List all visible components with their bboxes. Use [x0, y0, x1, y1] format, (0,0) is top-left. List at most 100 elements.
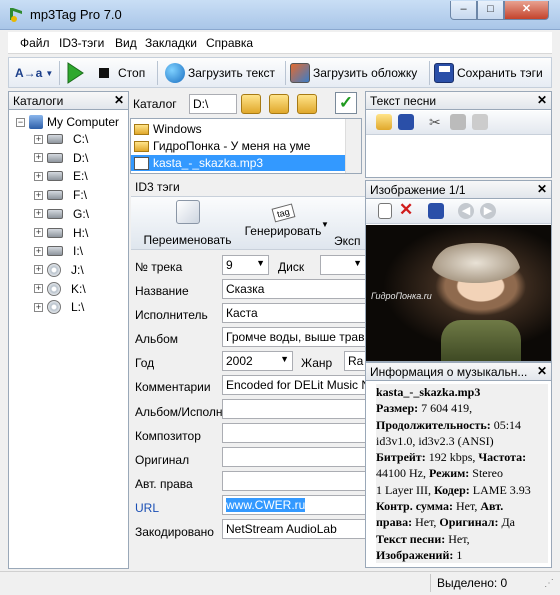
year-select[interactable]: 2002 ▼ — [222, 351, 293, 371]
generate-dropdown-icon[interactable]: ▼ — [321, 220, 329, 229]
artist-input[interactable]: Каста — [222, 303, 366, 323]
next-icon[interactable]: ▶ — [480, 203, 496, 219]
open-folder-icon[interactable] — [241, 94, 261, 114]
cover-image-icon — [290, 63, 310, 83]
info-encoder-value: LAME 3.93 — [472, 482, 531, 497]
drive-item[interactable]: + E:\ — [34, 167, 88, 185]
copyright-input[interactable] — [222, 471, 366, 491]
expand-icon[interactable]: + — [34, 265, 43, 275]
close-button[interactable]: ✕ — [504, 1, 549, 20]
cd-drive-icon — [47, 262, 61, 277]
generate-button[interactable]: tag Генерировать — [238, 200, 328, 248]
disc-label: Диск — [278, 260, 305, 274]
drive-item[interactable]: + J:\ — [34, 261, 84, 279]
cd-drive-icon — [47, 300, 61, 315]
menu-file[interactable]: Файл — [20, 36, 50, 50]
expand-icon[interactable]: + — [34, 284, 43, 294]
expand-icon[interactable]: + — [34, 171, 43, 181]
minimize-button[interactable]: ‒ — [450, 1, 477, 20]
lyrics-close-icon[interactable]: ✕ — [537, 93, 547, 107]
drive-item[interactable]: + I:\ — [34, 242, 83, 260]
info-filename: kasta_-_skazka.mp3 — [376, 385, 481, 399]
open-folder-icon[interactable] — [376, 114, 392, 130]
image-title: Изображение 1/1 — [370, 183, 466, 197]
expand-icon[interactable]: + — [34, 209, 43, 219]
info-bitrate-label: Битрейт: — [376, 450, 426, 465]
file-list-scrollbar[interactable] — [345, 119, 361, 173]
stop-button[interactable]: Стоп — [99, 61, 145, 85]
load-cover-button[interactable]: Загрузить обложку — [290, 61, 417, 85]
url-input[interactable]: www.CWER.ru — [222, 495, 366, 515]
collapse-icon[interactable]: − — [16, 117, 25, 127]
url-label[interactable]: URL — [135, 501, 159, 515]
drive-item[interactable]: + G:\ — [34, 205, 89, 223]
floppy-save-icon[interactable] — [398, 114, 414, 130]
genre-select[interactable]: Ra — [344, 351, 366, 371]
confirm-path-button[interactable]: ✓ — [335, 92, 357, 114]
info-duration-label: Продолжительность: — [376, 417, 491, 432]
cd-drive-icon — [47, 281, 61, 296]
encoded-input[interactable]: NetStream AudioLab — [222, 519, 366, 539]
menu-bookmarks[interactable]: Закладки — [145, 36, 197, 50]
case-convert-button[interactable]: A→a ▼ — [15, 61, 53, 85]
cover-jacket — [441, 320, 521, 361]
info-frequency-value: 44100 Hz, — [376, 466, 426, 481]
save-tags-button[interactable]: Сохранить тэги — [434, 61, 543, 85]
info-images-label: Изображений: — [376, 547, 454, 562]
resize-grip-icon[interactable]: ⋰ — [544, 578, 554, 589]
info-checksum-label: Контр. сумма: — [376, 499, 454, 514]
menu-help[interactable]: Справка — [206, 36, 253, 50]
drive-item[interactable]: + H:\ — [34, 224, 88, 242]
disc-select[interactable]: ▼ — [320, 255, 366, 275]
menu-view[interactable]: Вид — [115, 36, 137, 50]
year-value: 2002 — [226, 354, 253, 368]
album-input[interactable]: Громче воды, выше травы — [222, 327, 366, 347]
folder-up-icon[interactable] — [269, 94, 289, 114]
export-label[interactable]: Эксп — [334, 234, 361, 248]
drive-label: I:\ — [73, 244, 84, 259]
load-text-button[interactable]: Загрузить текст — [165, 61, 275, 85]
maximize-button[interactable]: □ — [477, 1, 504, 20]
expand-icon[interactable]: + — [34, 190, 43, 200]
drive-item[interactable]: + C:\ — [34, 130, 88, 148]
info-close-icon[interactable]: ✕ — [537, 364, 547, 378]
rename-button[interactable]: Переименовать — [140, 200, 235, 248]
original-input[interactable] — [222, 447, 366, 467]
drive-item[interactable]: + F:\ — [34, 186, 87, 204]
tree-root[interactable]: − My Computer — [16, 113, 119, 131]
expand-icon[interactable]: + — [34, 228, 43, 237]
composer-label: Композитор — [135, 429, 201, 443]
file-row[interactable]: ГидроПонка - У меня на уме — [131, 138, 345, 154]
previous-icon[interactable]: ◀ — [458, 203, 474, 219]
copy-icon[interactable] — [450, 114, 466, 130]
expand-icon[interactable]: + — [34, 134, 43, 144]
delete-icon[interactable]: ✕ — [399, 200, 413, 220]
drive-item[interactable]: + K:\ — [34, 280, 86, 298]
track-select[interactable]: 9 ▼ — [222, 255, 269, 275]
drive-item[interactable]: + L:\ — [34, 298, 84, 316]
stop-label: Стоп — [118, 66, 146, 80]
catalog-path-input[interactable]: D:\ — [189, 94, 237, 114]
image-close-icon[interactable]: ✕ — [537, 182, 547, 196]
catalogs-close-icon[interactable]: ✕ — [114, 93, 124, 107]
new-folder-icon[interactable] — [297, 94, 317, 114]
composer-input[interactable] — [222, 423, 366, 443]
expand-icon[interactable]: + — [34, 153, 43, 163]
floppy-save-icon[interactable] — [428, 203, 444, 219]
album-artist-input[interactable] — [222, 399, 366, 419]
file-row[interactable]: Windows — [131, 121, 345, 137]
info-lyrics-value: Нет, — [448, 531, 470, 546]
file-row[interactable]: kasta_-_skazka.mp3 — [131, 155, 345, 171]
menu-id3-tags[interactable]: ID3-тэги — [59, 36, 104, 50]
play-button[interactable] — [66, 61, 84, 85]
info-id3-versions: id3v1.0, id3v2.3 (ANSI) — [376, 433, 494, 448]
expand-icon[interactable]: + — [34, 302, 43, 312]
stop-icon — [99, 68, 109, 78]
cut-icon[interactable]: ✂ — [429, 114, 441, 131]
image-open-icon[interactable] — [378, 203, 392, 219]
comment-input[interactable]: Encoded for DELit Music Na — [222, 375, 366, 395]
expand-icon[interactable]: + — [34, 246, 43, 256]
drive-item[interactable]: + D:\ — [34, 149, 88, 167]
paste-icon[interactable] — [472, 114, 488, 130]
title-input[interactable]: Сказка — [222, 279, 366, 299]
